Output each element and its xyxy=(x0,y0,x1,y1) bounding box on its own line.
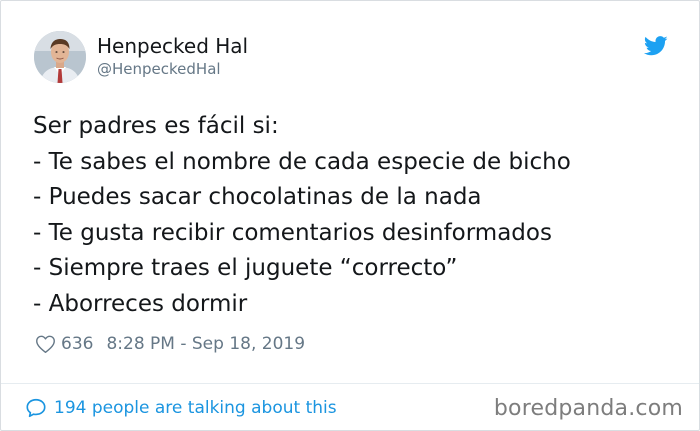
tweet-line: - Aborreces dormir xyxy=(33,290,248,317)
user-handle[interactable]: @HenpeckedHal xyxy=(97,59,221,79)
tweet-text: Ser padres es fácil si: - Te sabes el no… xyxy=(33,109,673,322)
heart-icon[interactable] xyxy=(35,334,56,354)
tweet-line: - Puedes sacar chocolatinas de la nada xyxy=(33,184,482,210)
tweet-line: - Te sabes el nombre de cada especie de … xyxy=(33,148,571,175)
like-count[interactable]: 636 xyxy=(61,334,93,354)
user-display-name[interactable]: Henpecked Hal xyxy=(97,34,248,58)
avatar[interactable] xyxy=(34,31,86,83)
comment-bubble-icon xyxy=(26,398,46,418)
twitter-bird-icon[interactable] xyxy=(644,36,668,56)
footer-divider xyxy=(1,383,699,384)
talking-about-link[interactable]: 194 people are talking about this xyxy=(25,395,337,421)
tweet-line: - Te gusta recibir comentarios desinform… xyxy=(33,219,552,246)
tweet-card: Henpecked Hal @HenpeckedHal Ser padres e… xyxy=(0,0,700,431)
watermark-logo: boredpanda.com xyxy=(493,396,683,421)
talking-about-label[interactable]: 194 people are talking about this xyxy=(54,398,337,418)
tweet-line: - Siempre traes el juguete “correcto” xyxy=(33,255,458,281)
tweet-line: Ser padres es fácil si: xyxy=(33,113,279,139)
tweet-header: Henpecked Hal @HenpeckedHal xyxy=(34,31,674,91)
avatar-image xyxy=(34,31,86,83)
tweet-meta: 636 8:28 PM - Sep 18, 2019 xyxy=(35,332,305,356)
tweet-timestamp[interactable]: 8:28 PM - Sep 18, 2019 xyxy=(106,334,305,354)
